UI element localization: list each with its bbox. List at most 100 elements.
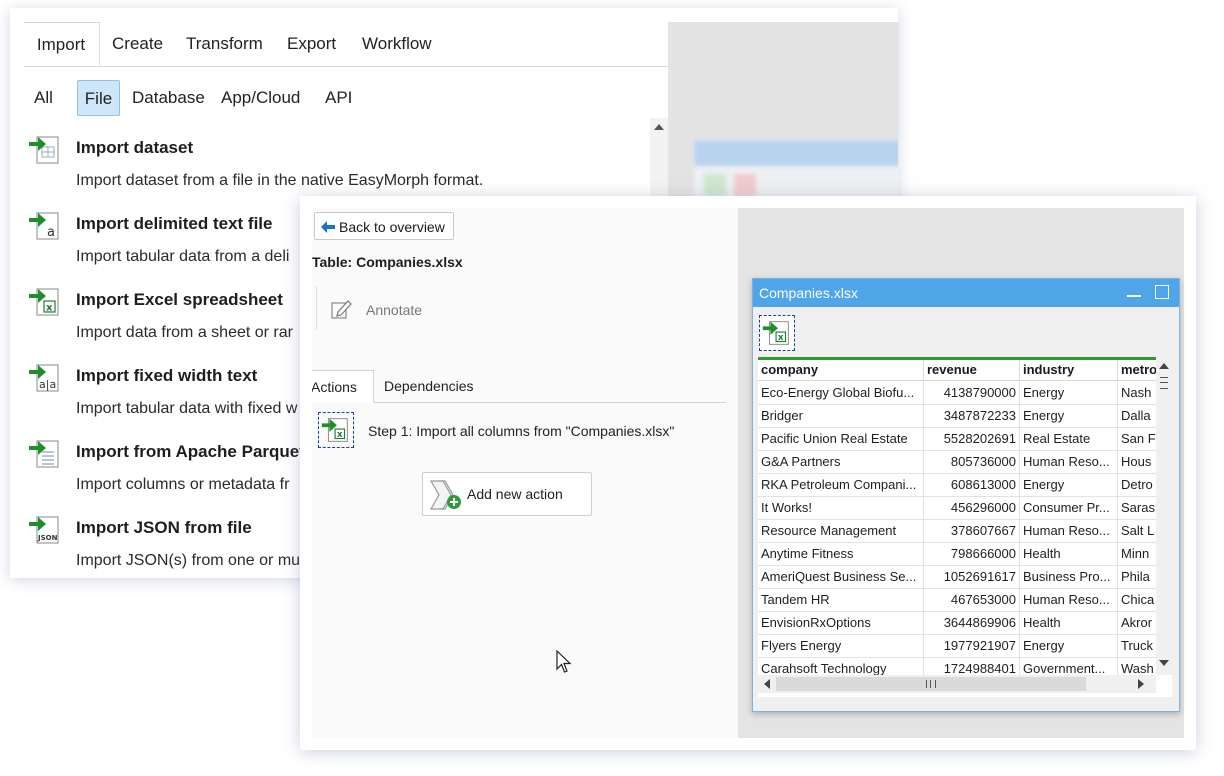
- add-new-action-button[interactable]: Add new action: [422, 472, 592, 516]
- cell-revenue[interactable]: 5528202691: [924, 428, 1020, 451]
- cell-metro[interactable]: Nash: [1118, 382, 1156, 405]
- tab-import[interactable]: Import: [24, 22, 100, 66]
- cell-company[interactable]: Flyers Energy: [758, 635, 924, 658]
- scroll-right-icon[interactable]: [1138, 679, 1144, 689]
- subtab-api[interactable]: API: [325, 80, 352, 116]
- cell-company[interactable]: Pacific Union Real Estate: [758, 428, 924, 451]
- table-row[interactable]: Resource Management 378607667 Human Reso..…: [758, 520, 1156, 543]
- cell-metro[interactable]: San F: [1118, 428, 1156, 451]
- cell-industry[interactable]: Energy: [1020, 382, 1118, 405]
- tab-export[interactable]: Export: [287, 22, 336, 66]
- table-row[interactable]: G&A Partners 805736000 Human Reso... Hous: [758, 451, 1156, 474]
- cell-revenue[interactable]: 805736000: [924, 451, 1020, 474]
- cell-metro[interactable]: Truck: [1118, 635, 1156, 658]
- cell-revenue[interactable]: 4138790000: [924, 382, 1020, 405]
- scroll-down-icon[interactable]: [1159, 660, 1169, 666]
- cell-industry[interactable]: Energy: [1020, 405, 1118, 428]
- cell-revenue[interactable]: 1977921907: [924, 635, 1020, 658]
- cell-metro[interactable]: Akror: [1118, 612, 1156, 635]
- cell-industry[interactable]: Human Reso...: [1020, 451, 1118, 474]
- scroll-up-icon[interactable]: [1159, 363, 1169, 369]
- back-to-overview-button[interactable]: Back to overview: [314, 212, 454, 240]
- cell-metro[interactable]: Salt L: [1118, 520, 1156, 543]
- cell-industry[interactable]: Real Estate: [1020, 428, 1118, 451]
- annotate-button[interactable]: Annotate: [330, 298, 450, 320]
- cell-company[interactable]: It Works!: [758, 497, 924, 520]
- data-grid[interactable]: company revenue industry metro Eco-Energ…: [758, 357, 1172, 697]
- column-header-company[interactable]: company: [758, 360, 924, 381]
- table-row[interactable]: AmeriQuest Business Se... 1052691617 Busin…: [758, 566, 1156, 589]
- cell-metro[interactable]: Hous: [1118, 451, 1156, 474]
- cell-metro[interactable]: Chica: [1118, 589, 1156, 612]
- svg-text:a: a: [47, 225, 55, 240]
- subtab-all[interactable]: All: [34, 80, 53, 116]
- table-row[interactable]: Flyers Energy 1977921907 Energy Truck: [758, 635, 1156, 658]
- tab-actions[interactable]: Actions: [312, 370, 374, 403]
- column-header-industry[interactable]: industry: [1020, 360, 1118, 381]
- cell-metro[interactable]: Minn: [1118, 543, 1156, 566]
- table-row[interactable]: EnvisionRxOptions 3644869906 Health Akror: [758, 612, 1156, 635]
- table-row[interactable]: Pacific Union Real Estate 5528202691 Real …: [758, 428, 1156, 451]
- action-step[interactable]: x Step 1: Import all columns from "Compa…: [318, 412, 728, 448]
- cell-industry[interactable]: Health: [1020, 543, 1118, 566]
- import-excel-icon: x: [29, 288, 59, 316]
- cell-metro[interactable]: Dalla: [1118, 405, 1156, 428]
- scroll-grip: [930, 680, 931, 688]
- cell-company[interactable]: RKA Petroleum Compani...: [758, 474, 924, 497]
- column-header-metro[interactable]: metro: [1118, 360, 1156, 381]
- cell-company[interactable]: Anytime Fitness: [758, 543, 924, 566]
- subtab-database[interactable]: Database: [132, 80, 205, 116]
- table-row[interactable]: Tandem HR 467653000 Human Reso... Chica: [758, 589, 1156, 612]
- subtab-app-cloud[interactable]: App/Cloud: [221, 80, 300, 116]
- cell-company[interactable]: Resource Management: [758, 520, 924, 543]
- scroll-left-icon[interactable]: [764, 679, 770, 689]
- cell-revenue[interactable]: 3644869906: [924, 612, 1020, 635]
- cell-revenue[interactable]: 467653000: [924, 589, 1020, 612]
- column-header-revenue[interactable]: revenue: [924, 360, 1020, 381]
- table-row[interactable]: Eco-Energy Global Biofu... 4138790000 Ener…: [758, 382, 1156, 405]
- svg-text:x: x: [337, 430, 343, 440]
- subtab-file[interactable]: File: [77, 80, 120, 116]
- table-row[interactable]: It Works! 456296000 Consumer Pr... Saras: [758, 497, 1156, 520]
- cell-industry[interactable]: Business Pro...: [1020, 566, 1118, 589]
- cell-revenue[interactable]: 378607667: [924, 520, 1020, 543]
- cell-company[interactable]: Eco-Energy Global Biofu...: [758, 382, 924, 405]
- table-row[interactable]: RKA Petroleum Compani... 608613000 Energy D…: [758, 474, 1156, 497]
- import-item-desc: Import data from a sheet or rar: [76, 324, 293, 341]
- cell-metro[interactable]: Phila: [1118, 566, 1156, 589]
- cell-company[interactable]: AmeriQuest Business Se...: [758, 566, 924, 589]
- svg-text:x: x: [778, 333, 784, 343]
- tab-workflow[interactable]: Workflow: [362, 22, 432, 66]
- cell-revenue[interactable]: 798666000: [924, 543, 1020, 566]
- vertical-scrollbar[interactable]: [1156, 357, 1172, 675]
- tab-create[interactable]: Create: [112, 22, 163, 66]
- tab-transform[interactable]: Transform: [186, 22, 263, 66]
- cell-industry[interactable]: Consumer Pr...: [1020, 497, 1118, 520]
- horizontal-scrollbar[interactable]: [758, 675, 1156, 693]
- cell-industry[interactable]: Energy: [1020, 635, 1118, 658]
- cell-industry[interactable]: Human Reso...: [1020, 520, 1118, 543]
- import-menu-scrollbar[interactable]: [650, 118, 668, 208]
- table-title: Table: Companies.xlsx: [312, 254, 463, 270]
- minimize-icon[interactable]: [1127, 295, 1141, 297]
- cell-metro[interactable]: Saras: [1118, 497, 1156, 520]
- table-row[interactable]: Bridger 3487872233 Energy Dalla: [758, 405, 1156, 428]
- cell-industry[interactable]: Energy: [1020, 474, 1118, 497]
- cell-revenue[interactable]: 456296000: [924, 497, 1020, 520]
- scroll-thumb[interactable]: [1160, 377, 1168, 389]
- cell-revenue[interactable]: 3487872233: [924, 405, 1020, 428]
- cell-company[interactable]: EnvisionRxOptions: [758, 612, 924, 635]
- maximize-icon[interactable]: [1155, 285, 1169, 299]
- cell-company[interactable]: Bridger: [758, 405, 924, 428]
- table-window-titlebar[interactable]: Companies.xlsx: [753, 279, 1179, 307]
- cell-company[interactable]: G&A Partners: [758, 451, 924, 474]
- cell-industry[interactable]: Human Reso...: [1020, 589, 1118, 612]
- cell-revenue[interactable]: 1052691617: [924, 566, 1020, 589]
- cell-industry[interactable]: Health: [1020, 612, 1118, 635]
- cell-metro[interactable]: Detro: [1118, 474, 1156, 497]
- cell-company[interactable]: Tandem HR: [758, 589, 924, 612]
- table-row[interactable]: Anytime Fitness 798666000 Health Minn: [758, 543, 1156, 566]
- tab-dependencies[interactable]: Dependencies: [384, 370, 474, 403]
- cell-revenue[interactable]: 608613000: [924, 474, 1020, 497]
- table-import-button[interactable]: x: [759, 315, 795, 351]
